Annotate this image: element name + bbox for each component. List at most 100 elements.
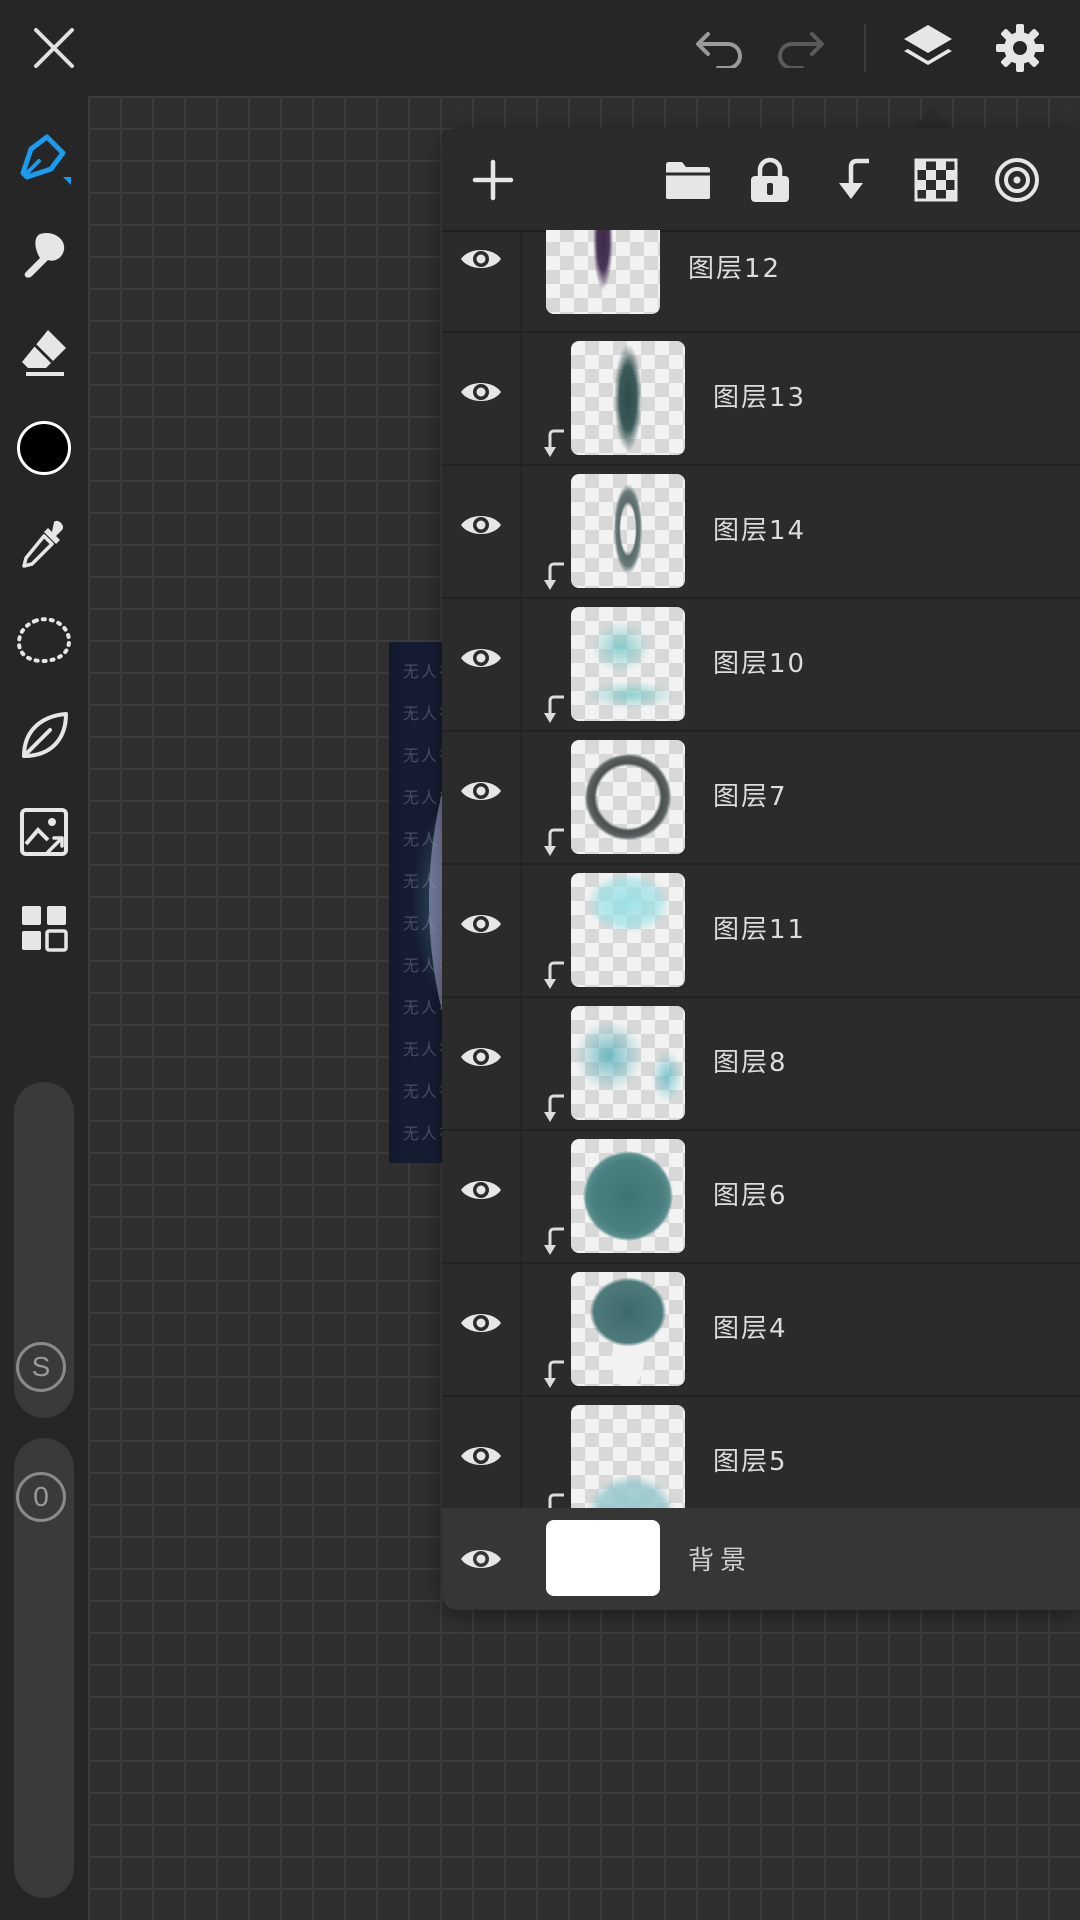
eye-icon[interactable] [459, 643, 503, 673]
layer-thumbnail[interactable] [571, 873, 685, 987]
layer-name: 图层7 [713, 782, 788, 812]
layer-name: 图层8 [713, 1048, 788, 1078]
pen-tool[interactable] [12, 128, 76, 192]
color-picker-button[interactable] [12, 416, 76, 480]
lock-layer-button[interactable] [742, 152, 798, 208]
blend-mode-button[interactable] [989, 152, 1045, 208]
gear-icon [996, 24, 1044, 72]
layer-thumbnail-art [546, 230, 660, 314]
settings-button[interactable] [990, 18, 1050, 78]
close-icon [34, 28, 74, 68]
layer-name: 图层13 [713, 383, 807, 413]
background-color-thumbnail[interactable] [546, 1520, 660, 1596]
lasso-icon [16, 617, 72, 664]
layer-name: 图层4 [713, 1314, 788, 1344]
layers-toolbar [442, 128, 1080, 232]
eye-icon[interactable] [459, 1175, 503, 1205]
import-image-tool[interactable] [12, 800, 76, 864]
layer-thumbnail[interactable] [571, 1139, 685, 1253]
layer-row[interactable]: 图层11 [442, 865, 1080, 998]
background-layer-row[interactable]: 背景 [442, 1508, 1080, 1610]
eraser-tool[interactable] [12, 320, 76, 384]
alpha-lock-button[interactable] [908, 152, 964, 208]
layer-thumbnail-art [571, 607, 685, 721]
smudge-tool[interactable] [12, 224, 76, 288]
layer-thumbnail-art [571, 1272, 685, 1386]
grid-icon [22, 906, 68, 952]
close-button[interactable] [24, 18, 84, 78]
background-layer-name: 背景 [688, 1546, 753, 1576]
layer-thumbnail-art [571, 873, 685, 987]
eye-icon[interactable] [459, 1042, 503, 1072]
layer-row[interactable]: 图层10 [442, 599, 1080, 732]
size-slider-handle[interactable]: S [16, 1342, 66, 1392]
clipping-indicator-icon [544, 828, 564, 856]
eye-icon[interactable] [459, 1308, 503, 1338]
undo-icon [696, 32, 742, 68]
lock-icon [751, 157, 789, 202]
layer-row[interactable]: 图层4 [442, 1264, 1080, 1397]
undo-button[interactable] [690, 18, 750, 78]
current-color-swatch [17, 421, 71, 475]
layer-thumbnail[interactable] [571, 607, 685, 721]
eye-icon[interactable] [459, 909, 503, 939]
layers-panel: 图层12 图层13 图层14 图层10 图层7 图层11 图层8 图层6 图层4… [442, 128, 1080, 1610]
layer-name: 图层6 [713, 1181, 788, 1211]
top-bar [0, 0, 1080, 96]
layers-button[interactable] [898, 18, 958, 78]
layer-thumbnail[interactable] [571, 1006, 685, 1120]
clipping-mask-button[interactable] [825, 152, 881, 208]
lasso-tool[interactable] [12, 608, 76, 672]
layer-thumbnail[interactable] [571, 1272, 685, 1386]
clipping-indicator-icon [544, 695, 564, 723]
layer-thumbnail[interactable] [546, 230, 660, 314]
layer-name: 图层11 [713, 915, 807, 945]
opacity-slider-handle[interactable]: 0 [16, 1472, 66, 1522]
layer-name: 图层5 [713, 1447, 788, 1477]
layer-thumbnail[interactable] [571, 1405, 685, 1508]
more-tools-button[interactable] [12, 896, 76, 960]
redo-button[interactable] [770, 18, 830, 78]
layer-thumbnail[interactable] [571, 341, 685, 455]
folder-icon [666, 162, 710, 199]
eye-icon[interactable] [459, 377, 503, 407]
clipping-indicator-icon [544, 1227, 564, 1255]
clipping-indicator-icon [544, 1360, 564, 1388]
layer-row[interactable]: 图层6 [442, 1131, 1080, 1264]
layer-name: 图层10 [713, 649, 807, 679]
layer-row[interactable]: 图层14 [442, 466, 1080, 599]
add-layer-icon [472, 159, 514, 201]
smudge-icon [24, 232, 65, 278]
eye-icon[interactable] [459, 510, 503, 540]
layer-name: 图层14 [713, 516, 807, 546]
eye-icon[interactable] [459, 1441, 503, 1471]
layer-thumbnail-art [571, 474, 685, 588]
image-import-icon [20, 808, 68, 856]
layers-icon [904, 25, 952, 65]
eye-icon[interactable] [459, 776, 503, 806]
eyedropper-tool[interactable] [12, 512, 76, 576]
clipping-indicator-icon [544, 429, 564, 457]
layer-row[interactable]: 图层12 [442, 230, 1080, 333]
clipping-indicator-icon [544, 961, 564, 989]
eye-icon[interactable] [459, 244, 503, 274]
pen-icon [20, 134, 71, 185]
transform-tool[interactable] [12, 704, 76, 768]
group-layers-button[interactable] [660, 152, 716, 208]
layer-row[interactable]: 图层7 [442, 732, 1080, 865]
clipping-indicator-icon [544, 1094, 564, 1122]
eye-icon[interactable] [459, 1544, 503, 1574]
add-layer-button[interactable] [465, 152, 521, 208]
layer-name: 图层12 [688, 254, 782, 284]
layer-row[interactable]: 图层5 [442, 1397, 1080, 1508]
layer-thumbnail[interactable] [571, 474, 685, 588]
layer-row[interactable]: 图层13 [442, 333, 1080, 466]
layer-thumbnail-art [571, 1405, 685, 1508]
blend-mode-icon [995, 158, 1039, 202]
layer-thumbnail[interactable] [571, 740, 685, 854]
layer-row[interactable]: 图层8 [442, 998, 1080, 1131]
layer-thumbnail-art [571, 740, 685, 854]
alpha-lock-icon [914, 158, 958, 202]
layer-list[interactable]: 图层12 图层13 图层14 图层10 图层7 图层11 图层8 图层6 图层4… [442, 230, 1080, 1508]
layer-thumbnail-art [571, 1139, 685, 1253]
